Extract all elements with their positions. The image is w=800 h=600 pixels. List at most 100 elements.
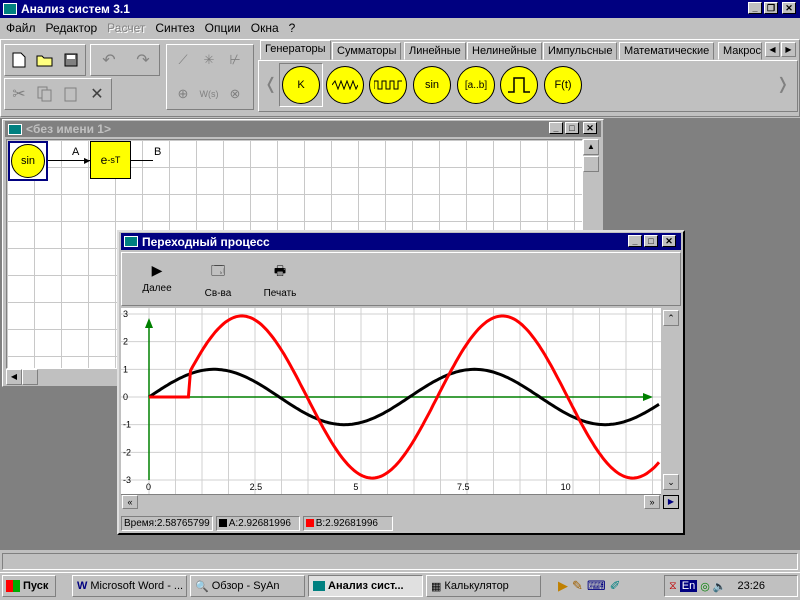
tabs-scroll-right[interactable]: ▶ <box>781 42 796 57</box>
plot-play-corner[interactable]: ▶ <box>663 495 679 509</box>
schema-block-delay[interactable]: e -sT <box>90 141 131 179</box>
quicklaunch: ▶ ✎ ⌨ ✐ <box>558 578 621 594</box>
plot-print-label: Печать <box>263 288 297 299</box>
tab-adders[interactable]: Сумматоры <box>332 42 402 60</box>
generator-sin[interactable]: sin <box>413 66 451 104</box>
tabs-scroll-left[interactable]: ◀ <box>765 42 780 57</box>
frequency-plot-icon[interactable]: ✳ <box>198 49 220 71</box>
schema-scroll-up[interactable]: ▲ <box>583 139 599 155</box>
system-tray: ⧖ En ◎ 🔈 23:26 <box>664 575 798 597</box>
plot-window-icon <box>124 236 138 247</box>
menu-calc[interactable]: Расчет <box>107 21 145 35</box>
plot-next-button[interactable]: ▶ Далее <box>137 262 177 300</box>
copy-icon[interactable] <box>34 83 56 105</box>
task-explorer[interactable]: 🔍 Обзор - SyAn <box>190 575 305 597</box>
minimize-button[interactable]: _ <box>748 2 762 14</box>
tab-macros[interactable]: Макрос <box>718 42 762 60</box>
generator-random[interactable]: [a..b] <box>457 66 495 104</box>
undo-icon[interactable]: ↶ <box>98 49 120 71</box>
schema-title: <без имени 1> <box>26 122 111 136</box>
menu-options[interactable]: Опции <box>205 21 241 35</box>
generator-constant[interactable]: K <box>282 66 320 104</box>
redo-icon[interactable]: ↷ <box>132 49 154 71</box>
menu-file[interactable]: Файл <box>6 21 36 35</box>
tray-volume-icon[interactable]: 🔈 <box>713 580 727 593</box>
new-file-icon[interactable] <box>8 49 30 71</box>
plot-next-label: Далее <box>142 283 172 294</box>
plot-scroll-right[interactable]: » <box>644 495 660 509</box>
schema-block-sin-circle: sin <box>11 144 45 178</box>
menu-synthesis[interactable]: Синтез <box>155 21 194 35</box>
printer-icon: 🖶 <box>273 263 287 278</box>
y-tick-label: 1 <box>123 364 128 374</box>
paste-icon[interactable] <box>60 83 82 105</box>
delay-exponent: -sT <box>107 155 121 165</box>
status-a: A:2.92681996 <box>215 515 300 531</box>
tray-lang[interactable]: En <box>679 580 698 592</box>
task-syan[interactable]: Анализ сист... <box>308 575 423 597</box>
plot-close-button[interactable]: ✕ <box>662 235 676 247</box>
save-icon[interactable] <box>60 49 82 71</box>
tab-nonlinear[interactable]: Нелинейные <box>467 42 542 60</box>
schema-minimize-button[interactable]: _ <box>549 122 563 134</box>
series-a-swatch <box>218 519 227 527</box>
plot-print-button[interactable]: 🖶 Печать <box>258 262 302 300</box>
keyboard-icon[interactable]: ⌨ <box>587 578 606 594</box>
task-calculator[interactable]: ▦ Калькулятор <box>426 575 541 597</box>
plot-scroll-down[interactable]: ⌄ <box>663 474 679 490</box>
schema-scroll-left[interactable]: ◀ <box>6 369 22 385</box>
plot-maximize-button[interactable]: □ <box>644 235 658 247</box>
palette-scroll-left-icon[interactable]: ❬ <box>264 74 277 94</box>
generator-meander[interactable] <box>369 66 407 104</box>
transfer-function-icon[interactable]: W(s) <box>198 83 220 105</box>
open-folder-icon[interactable] <box>34 49 56 71</box>
root-locus-icon[interactable]: ⊗ <box>224 83 246 105</box>
plot-title: Переходный процесс <box>142 234 270 249</box>
tab-generators[interactable]: Генераторы <box>260 40 331 60</box>
generator-pulse[interactable] <box>500 66 538 104</box>
plot-props-button[interactable]: 🗔 Св-ва <box>198 262 238 300</box>
palette-scroll-right-icon[interactable]: ❭ <box>776 74 789 94</box>
transient-plot-icon[interactable]: ⟋ <box>172 49 194 71</box>
menu-editor[interactable]: Редактор <box>46 21 98 35</box>
tray-hourglass-icon[interactable]: ⧖ <box>669 580 677 593</box>
schema-icon <box>8 123 22 135</box>
plot-vscrollbar[interactable] <box>663 308 679 494</box>
media-icon[interactable]: ▶ <box>558 578 568 594</box>
schema-close-button[interactable]: ✕ <box>583 122 597 134</box>
delay-base: e <box>100 153 108 167</box>
delete-icon[interactable]: ✕ <box>86 83 108 105</box>
cut-icon[interactable]: ✂ <box>8 83 30 105</box>
bode-plot-icon[interactable]: ⊬ <box>224 49 246 71</box>
plot-scroll-up[interactable]: ⌃ <box>663 310 679 326</box>
tab-pulse[interactable]: Импульсные <box>543 42 618 60</box>
schema-hscroll-thumb[interactable] <box>22 369 38 385</box>
schema-scroll-thumb[interactable] <box>583 156 599 172</box>
tab-math[interactable]: Математические <box>619 42 715 60</box>
start-button[interactable]: Пуск <box>2 575 56 597</box>
plot-scroll-left[interactable]: « <box>122 495 138 509</box>
note-icon[interactable]: ✐ <box>610 578 621 594</box>
pencil-icon[interactable]: ✎ <box>572 578 583 594</box>
plot-hscrollbar[interactable] <box>121 494 661 510</box>
schema-link-b[interactable] <box>131 160 153 161</box>
y-tick-label: 2 <box>123 337 128 347</box>
close-button[interactable]: ✕ <box>782 2 796 14</box>
generator-sawtooth[interactable] <box>326 66 364 104</box>
start-label: Пуск <box>23 580 49 592</box>
restore-button[interactable]: ❐ <box>764 2 778 14</box>
generator-function[interactable]: F(t) <box>544 66 582 104</box>
properties-icon: 🗔 <box>210 263 226 278</box>
y-tick-label: -3 <box>123 475 131 485</box>
schema-maximize-button[interactable]: □ <box>565 122 579 134</box>
app-icon <box>3 3 17 15</box>
explorer-icon: 🔍 <box>195 580 209 593</box>
nyquist-icon[interactable]: ⊕ <box>172 83 194 105</box>
plot-minimize-button[interactable]: _ <box>628 235 642 247</box>
tray-network-icon[interactable]: ◎ <box>700 580 710 593</box>
menu-windows[interactable]: Окна <box>251 21 279 35</box>
tab-linear[interactable]: Линейные <box>404 42 466 60</box>
task-word[interactable]: W Microsoft Word - ... <box>72 575 187 597</box>
menu-help[interactable]: ? <box>289 21 296 35</box>
y-tick-label: -2 <box>123 447 131 457</box>
